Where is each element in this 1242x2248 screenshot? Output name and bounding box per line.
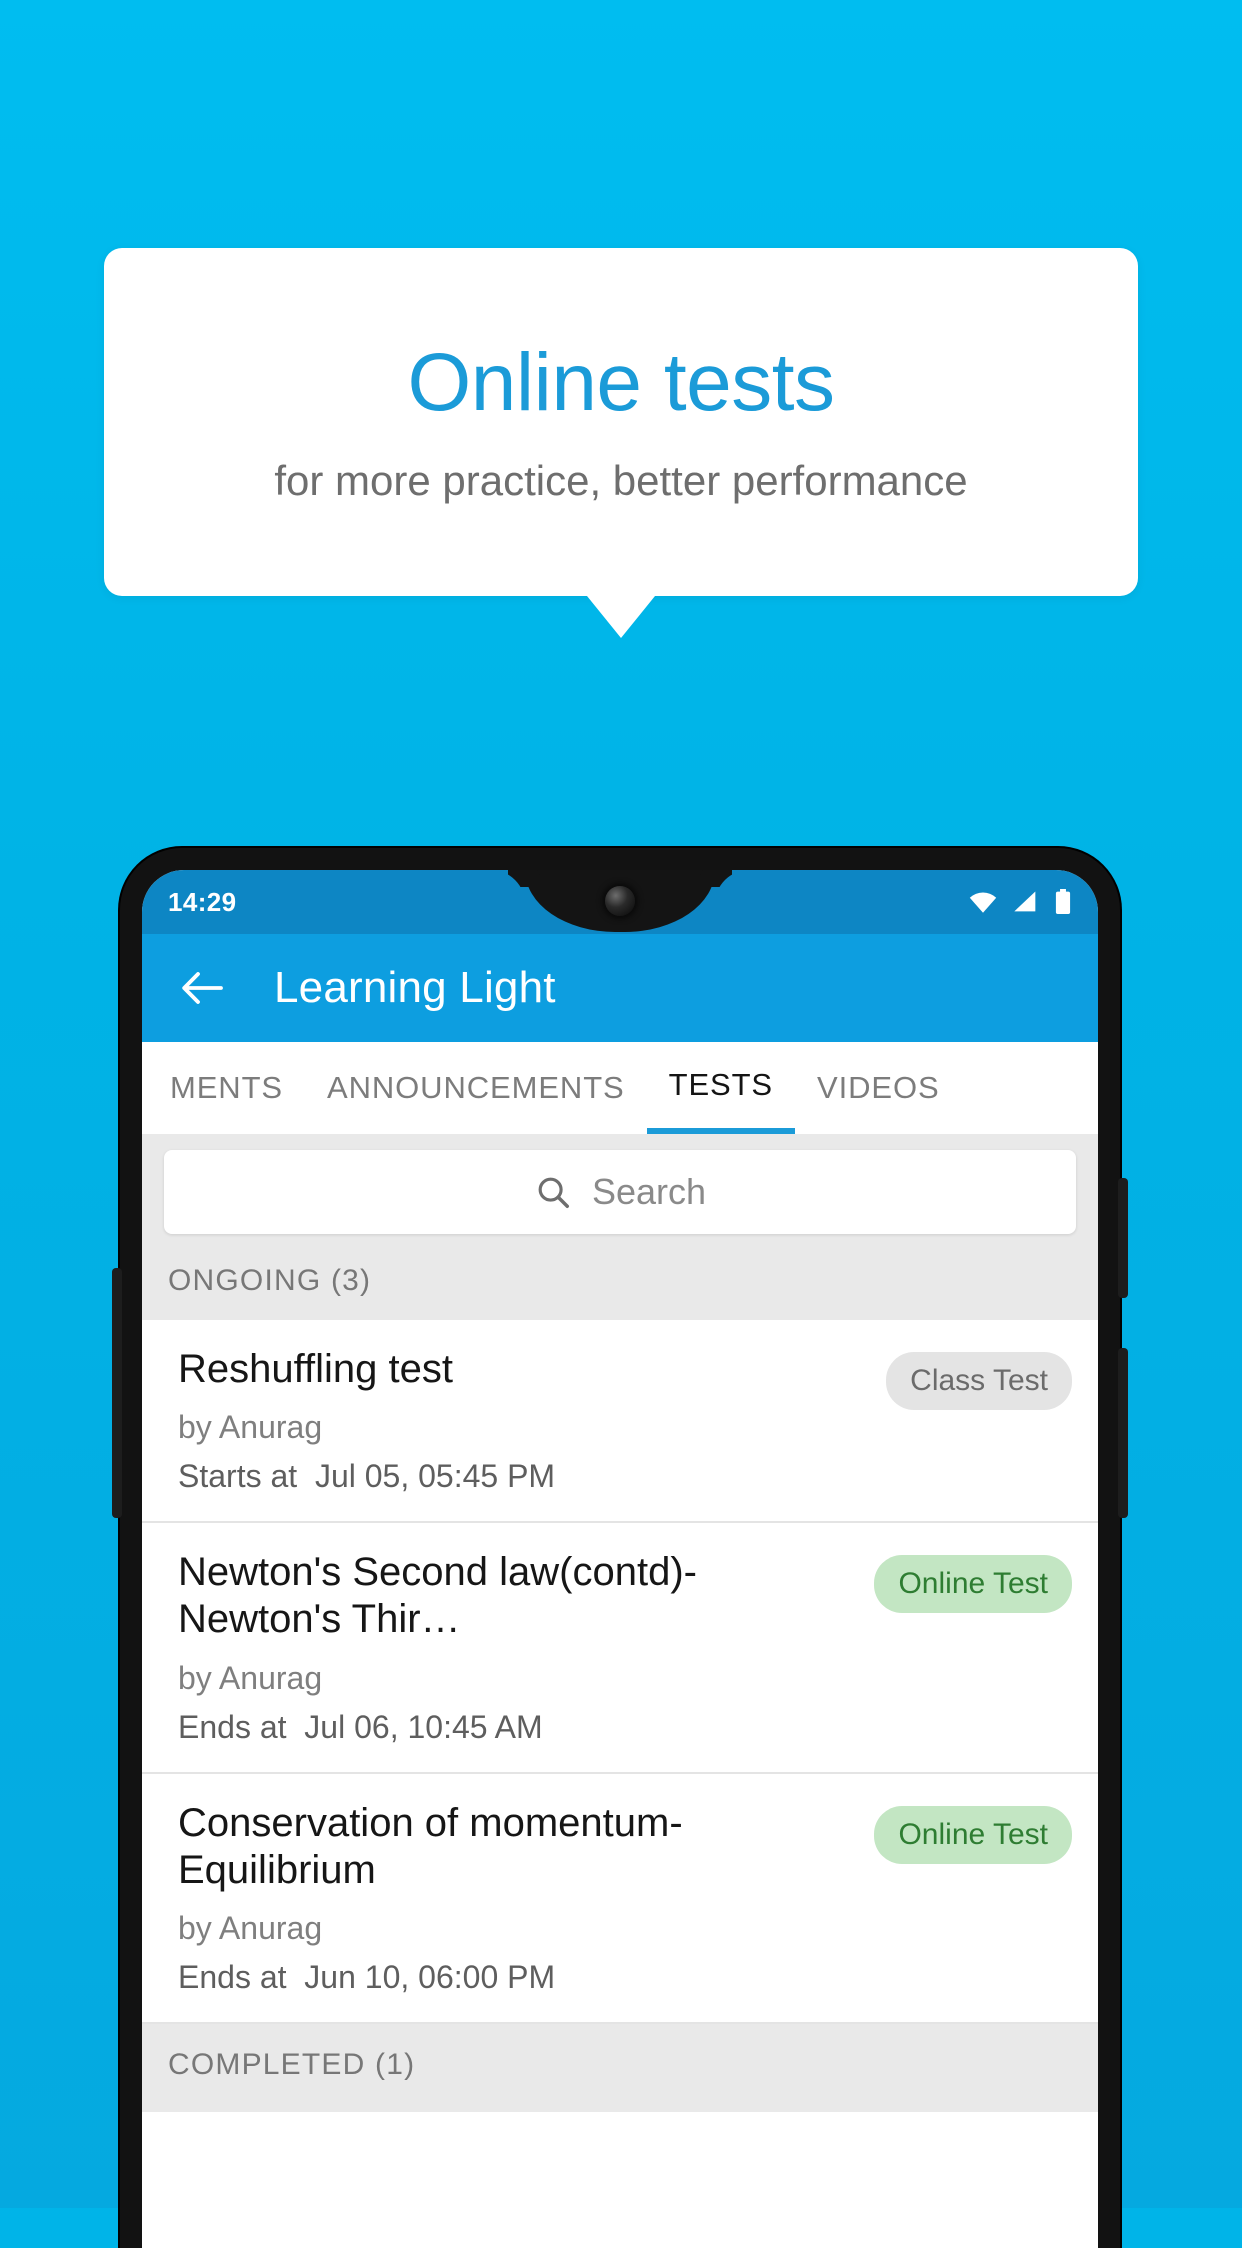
test-schedule: Ends at Jun 10, 06:00 PM [178, 1959, 858, 1996]
test-type-badge: Class Test [886, 1352, 1072, 1410]
section-header-completed: COMPLETED (1) [142, 2023, 1098, 2112]
app-bar: Learning Light [142, 934, 1098, 1042]
test-schedule: Ends at Jul 06, 10:45 AM [178, 1709, 858, 1746]
test-schedule-value: Jun 10, 06:00 PM [304, 1958, 556, 1995]
front-camera-icon [605, 886, 635, 916]
status-time: 14:29 [168, 886, 237, 917]
phone-screen: 14:29 Learning Light MENTS ANNOUNCEMENTS… [142, 870, 1098, 2248]
test-title: Newton's Second law(contd)-Newton's Thir… [178, 1550, 697, 1642]
promo-title: Online tests [407, 337, 835, 428]
test-schedule-value: Jul 05, 05:45 PM [314, 1458, 556, 1495]
promo-callout: Online tests for more practice, better p… [104, 248, 1138, 596]
test-title: Reshuffling test [178, 1347, 453, 1391]
status-icons [968, 889, 1072, 915]
test-schedule-label: Starts at [178, 1458, 298, 1495]
test-author: by Anurag [178, 1409, 323, 1446]
section-header-ongoing: ONGOING (3) [142, 1252, 1098, 1320]
test-schedule-value: Jul 06, 10:45 AM [304, 1708, 543, 1745]
wifi-icon [969, 892, 997, 913]
back-arrow-icon [182, 972, 223, 1004]
status-bar: 14:29 [142, 870, 1098, 934]
phone-frame: 14:29 Learning Light MENTS ANNOUNCEMENTS… [112, 848, 1128, 2248]
test-info: Reshuffling test by Anurag Starts at Jul… [178, 1346, 870, 1495]
promo-subtitle: for more practice, better performance [274, 457, 968, 504]
battery-icon [1055, 889, 1071, 915]
tab-ments[interactable]: MENTS [142, 1042, 305, 1134]
test-author: by Anurag [178, 1659, 323, 1696]
callout-tail [587, 596, 655, 638]
test-list-item[interactable]: Conservation of momentum-Equilibrium by … [142, 1773, 1098, 2024]
phone-volume-button [1118, 1178, 1128, 1298]
tab-videos[interactable]: VIDEOS [795, 1042, 962, 1134]
phone-left-button [112, 1268, 122, 1518]
tab-tests[interactable]: TESTS [646, 1042, 796, 1134]
app-bar-title: Learning Light [274, 963, 556, 1012]
test-list-item[interactable]: Newton's Second law(contd)-Newton's Thir… [142, 1523, 1098, 1774]
phone-power-button [1118, 1348, 1128, 1518]
test-type-badge: Online Test [874, 1555, 1072, 1614]
test-title: Conservation of momentum-Equilibrium [178, 1800, 683, 1892]
tab-bar: MENTS ANNOUNCEMENTS TESTS VIDEOS [142, 1042, 1098, 1134]
search-input[interactable]: Search [164, 1150, 1076, 1234]
test-schedule: Starts at Jul 05, 05:45 PM [178, 1458, 870, 1495]
search-icon [538, 1177, 569, 1208]
search-placeholder: Search [591, 1171, 707, 1212]
back-button[interactable] [176, 961, 230, 1015]
test-info: Newton's Second law(contd)-Newton's Thir… [178, 1549, 858, 1745]
test-list-item[interactable]: Reshuffling test by Anurag Starts at Jul… [142, 1320, 1098, 1524]
test-schedule-label: Ends at [178, 1708, 287, 1745]
test-info: Conservation of momentum-Equilibrium by … [178, 1800, 858, 1996]
tab-announcements[interactable]: ANNOUNCEMENTS [305, 1042, 647, 1134]
test-author: by Anurag [178, 1909, 323, 1946]
test-schedule-label: Ends at [178, 1958, 287, 1995]
search-area: Search [142, 1134, 1098, 1252]
signal-icon [1014, 891, 1036, 912]
test-type-badge: Online Test [874, 1805, 1072, 1864]
